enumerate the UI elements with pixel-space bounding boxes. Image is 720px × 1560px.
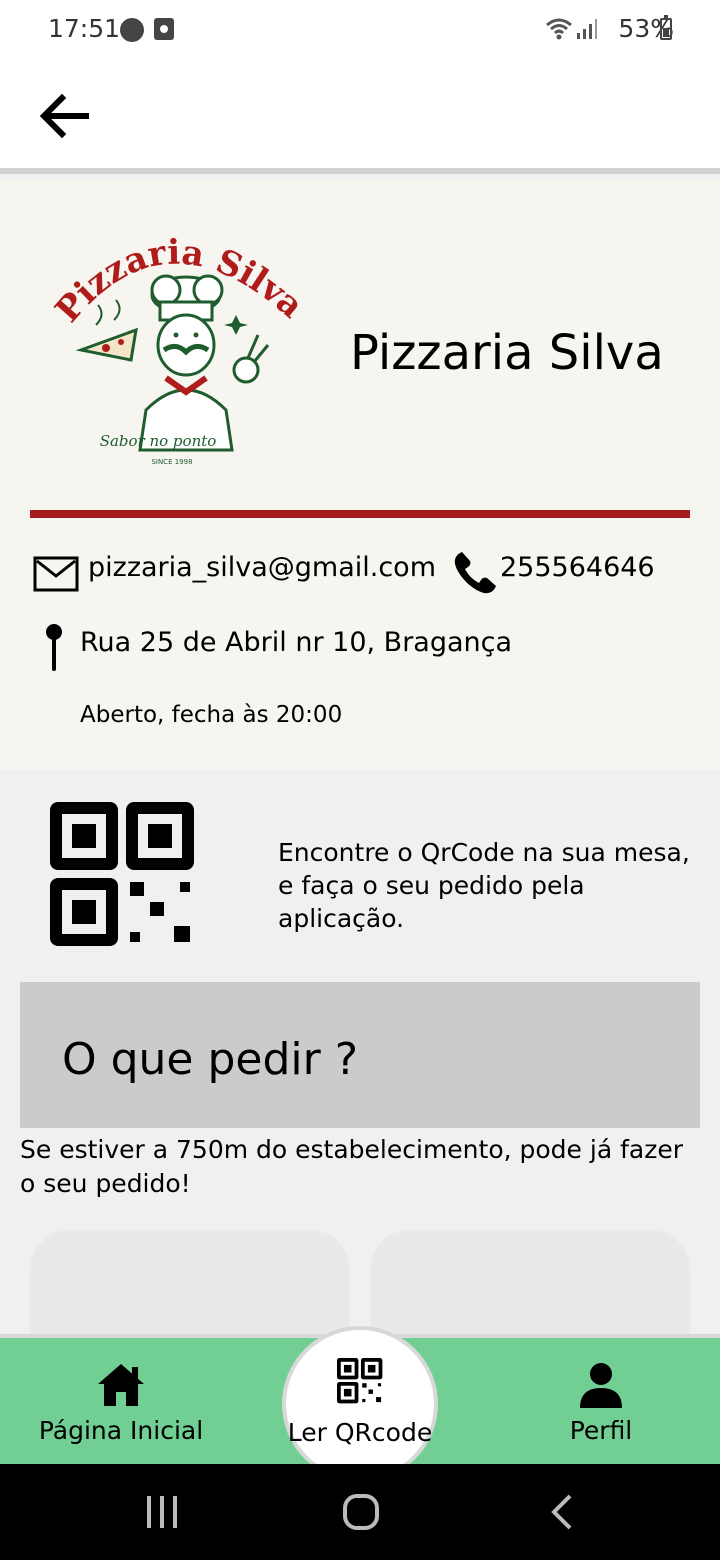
order-banner: O que pedir ? bbox=[20, 982, 700, 1128]
order-title: O que pedir ? bbox=[62, 1034, 359, 1085]
nav-home-label: Página Inicial bbox=[38, 1416, 204, 1445]
home-icon bbox=[98, 1364, 144, 1406]
restaurant-card: Pizzaria Silva Sabor no ponto SINCE 1998 bbox=[0, 180, 720, 770]
nav-scan-qrcode[interactable]: Ler QRcode bbox=[282, 1326, 438, 1482]
notification-icon bbox=[120, 18, 144, 42]
signal-icon bbox=[577, 19, 597, 39]
email-link[interactable]: pizzaria_silva@gmail.com bbox=[88, 552, 436, 583]
qrcode-icon bbox=[50, 802, 194, 946]
phone-icon bbox=[454, 552, 496, 594]
location-pin-icon bbox=[46, 624, 62, 671]
order-description: Se estiver a 750m do estabelecimento, po… bbox=[20, 1135, 683, 1198]
qrcode-icon bbox=[337, 1358, 383, 1404]
nav-home[interactable]: Página Inicial bbox=[38, 1338, 204, 1464]
phone-link[interactable]: 255564646 bbox=[500, 552, 655, 583]
address-text: Rua 25 de Abril nr 10, Bragança bbox=[80, 627, 513, 658]
nav-profile[interactable]: Perfil bbox=[540, 1338, 662, 1464]
mail-icon bbox=[33, 556, 79, 592]
user-icon bbox=[580, 1363, 622, 1408]
status-bar: 17:51 53% bbox=[0, 0, 720, 60]
app-notification-icon bbox=[154, 18, 174, 40]
restaurant-name: Pizzaria Silva bbox=[350, 325, 664, 381]
app-screen: 17:51 53% Pizzaria Silv Sabor no ponto S… bbox=[0, 0, 720, 1560]
logo-tagline: Sabor no ponto bbox=[100, 432, 217, 450]
system-navigation-bar bbox=[0, 1464, 720, 1560]
qr-instructions: Encontre o QrCode na sua mesa, e faça o … bbox=[278, 838, 690, 933]
recent-apps-icon[interactable] bbox=[145, 1494, 179, 1530]
back-button[interactable] bbox=[36, 88, 92, 144]
battery-icon bbox=[660, 15, 672, 40]
arrow-left-icon bbox=[39, 93, 89, 139]
back-icon[interactable] bbox=[550, 1494, 576, 1530]
divider bbox=[30, 510, 690, 518]
qr-info-section: Encontre o QrCode na sua mesa, e faça o … bbox=[0, 770, 720, 980]
status-time: 17:51 bbox=[48, 14, 121, 43]
logo-since: SINCE 1998 bbox=[151, 458, 192, 466]
app-header bbox=[0, 60, 720, 174]
wifi-icon bbox=[546, 18, 572, 40]
restaurant-logo: Pizzaria Silva Sabor no ponto SINCE 1998 bbox=[48, 233, 306, 466]
opening-hours: Aberto, fecha às 20:00 bbox=[80, 702, 343, 728]
nav-qrcode-label: Ler QRcode bbox=[287, 1418, 433, 1447]
nav-profile-label: Perfil bbox=[569, 1416, 633, 1445]
home-button-icon[interactable] bbox=[343, 1494, 379, 1530]
